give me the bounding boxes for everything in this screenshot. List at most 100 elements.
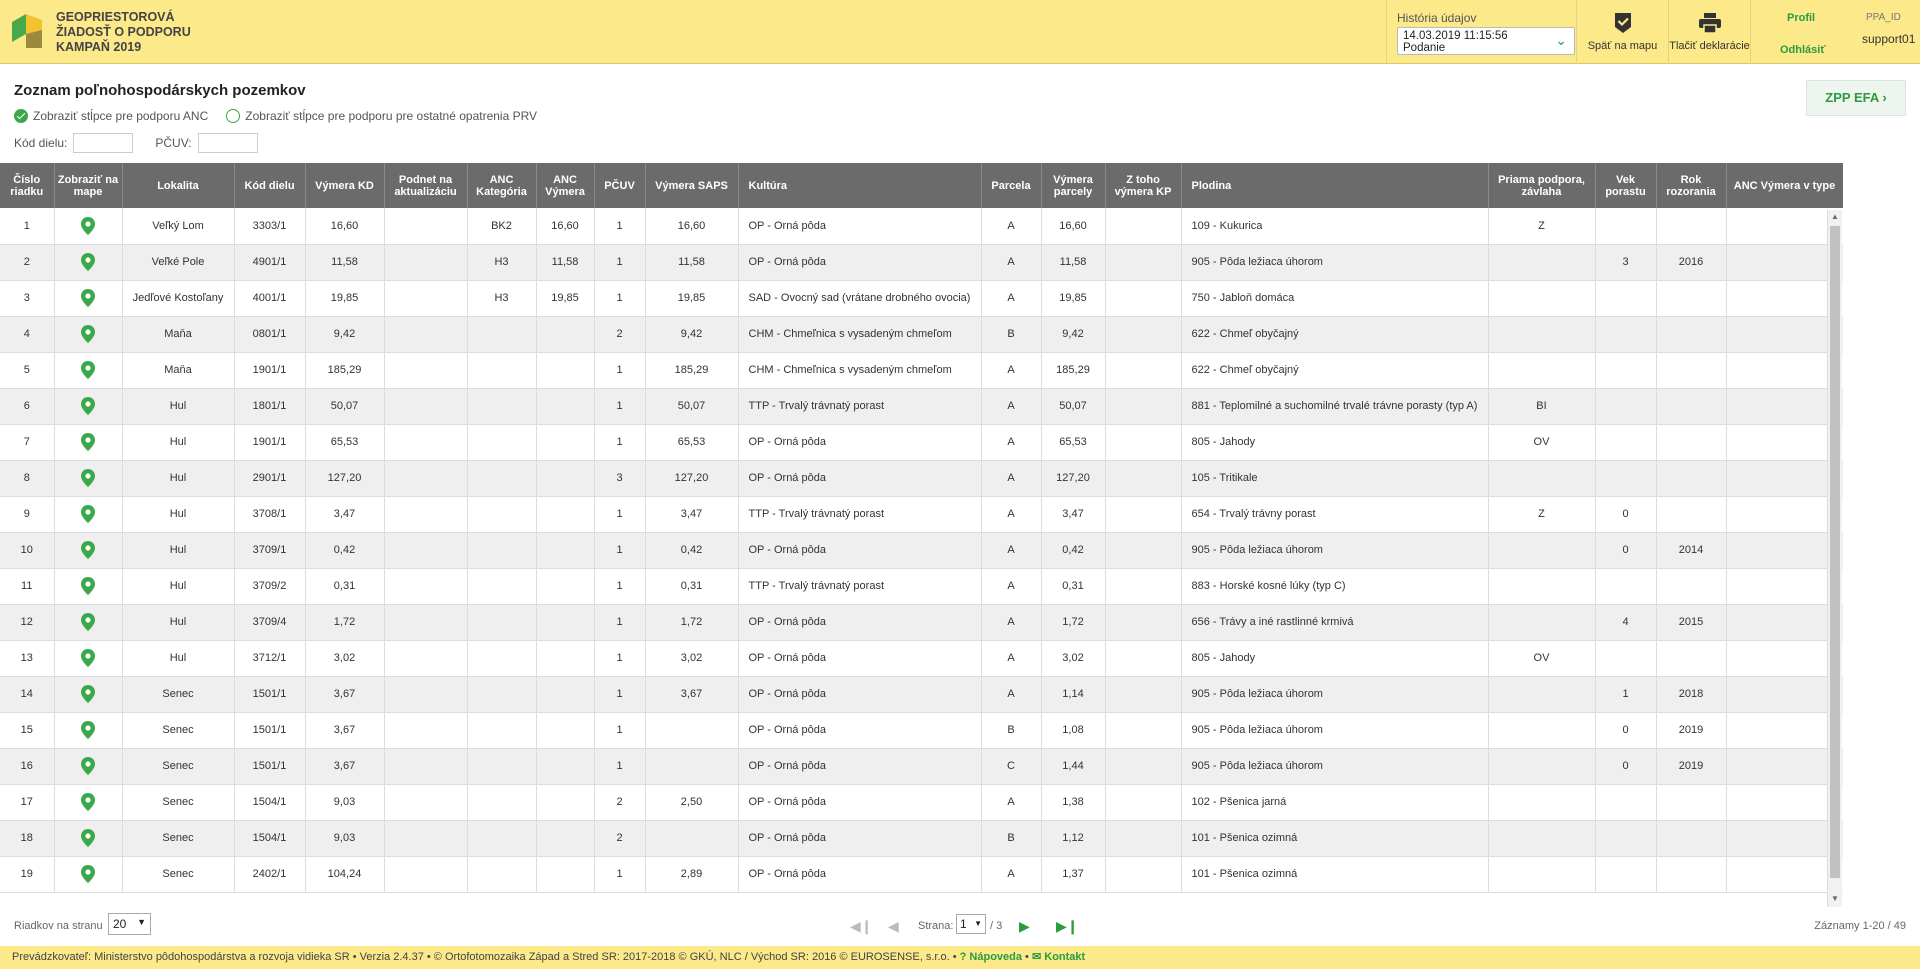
map-pin-icon[interactable] bbox=[81, 577, 95, 595]
filter-kod-dielu-input[interactable] bbox=[73, 133, 134, 153]
column-header[interactable]: Priama podpora, závlaha bbox=[1488, 163, 1596, 208]
filter-pcuv-input[interactable] bbox=[197, 133, 258, 153]
scroll-down-icon[interactable]: ▼ bbox=[1831, 894, 1839, 903]
map-pin-icon[interactable] bbox=[81, 216, 95, 235]
map-pin-icon[interactable] bbox=[81, 397, 95, 415]
table-cell bbox=[54, 604, 123, 641]
table-row[interactable]: 17 Senec 1504/1 9,03 2 2,50 OP - Orná pôda A 1,3… bbox=[0, 784, 1843, 821]
map-pin-icon[interactable] bbox=[81, 793, 95, 811]
table-cell: 3,02 bbox=[1041, 640, 1106, 677]
column-header[interactable]: PČUV bbox=[594, 163, 646, 208]
option-prv[interactable]: Zobraziť stĺpce pre podporu pre ostatné … bbox=[226, 109, 537, 123]
map-pin-icon[interactable] bbox=[81, 865, 95, 883]
back-to-map-button[interactable]: Späť na mapu bbox=[1576, 0, 1668, 64]
column-header[interactable]: Výmera parcely bbox=[1041, 163, 1106, 208]
map-pin-icon[interactable] bbox=[81, 361, 95, 379]
table-cell bbox=[467, 424, 537, 461]
table-cell bbox=[467, 532, 537, 569]
map-pin-icon[interactable] bbox=[81, 757, 95, 775]
table-row[interactable]: 4 Maňa 0801/1 9,42 2 9,42 CHM - Chmeľnica s vy… bbox=[0, 316, 1843, 353]
profile-link[interactable]: Profil bbox=[1787, 12, 1815, 24]
print-declaration-button[interactable]: Tlačiť deklarácie bbox=[1668, 0, 1750, 64]
table-cell: 19,85 bbox=[1041, 280, 1106, 317]
column-header[interactable]: ANC Výmera bbox=[536, 163, 595, 208]
table-cell bbox=[1656, 460, 1727, 497]
column-header[interactable]: Podnet na aktualizáciu bbox=[384, 163, 468, 208]
scrollbar-thumb[interactable] bbox=[1830, 226, 1840, 878]
table-cell bbox=[1105, 820, 1182, 857]
column-header[interactable]: Plodina bbox=[1181, 163, 1489, 208]
map-pin-icon[interactable] bbox=[81, 289, 95, 307]
history-value-type: Podanie bbox=[1403, 42, 1446, 54]
table-cell bbox=[384, 496, 468, 533]
table-cell bbox=[1656, 820, 1727, 857]
option-anc[interactable]: Zobraziť stĺpce pre podporu ANC bbox=[14, 109, 208, 123]
scroll-up-icon[interactable]: ▲ bbox=[1831, 212, 1839, 221]
table-cell: TTP - Trvalý trávnatý porast bbox=[738, 388, 982, 425]
last-page-icon[interactable]: ▶❙ bbox=[1056, 918, 1079, 935]
page-select[interactable]: 1 ▼ bbox=[956, 914, 986, 934]
map-pin-icon[interactable] bbox=[81, 685, 95, 703]
map-pin-icon[interactable] bbox=[81, 829, 95, 847]
column-header[interactable]: ANC Kategória bbox=[467, 163, 537, 208]
table-row[interactable]: 19 Senec 2402/1 104,24 1 2,89 OP - Orná pôda A 1… bbox=[0, 856, 1843, 893]
map-pin-icon[interactable] bbox=[81, 505, 95, 523]
zpp-efa-button[interactable]: ZPP EFA › bbox=[1806, 80, 1906, 116]
table-cell bbox=[54, 388, 123, 425]
table-row[interactable]: 9 Hul 3708/1 3,47 1 3,47 TTP - Trvalý trávnatý… bbox=[0, 496, 1843, 533]
map-pin-icon[interactable] bbox=[81, 253, 95, 271]
rows-per-page-select[interactable]: 20 ▼ bbox=[108, 913, 151, 935]
map-pin-icon[interactable] bbox=[81, 721, 95, 739]
table-row[interactable]: 12 Hul 3709/4 1,72 1 1,72 OP - Orná pôda A 1,72 6… bbox=[0, 604, 1843, 641]
table-row[interactable]: 8 Hul 2901/1 127,20 3 127,20 OP - Orná pôda A 12… bbox=[0, 460, 1843, 497]
prev-page-icon[interactable]: ◀ bbox=[888, 918, 899, 935]
table-row[interactable]: 7 Hul 1901/1 65,53 1 65,53 OP - Orná pôda A 65,5… bbox=[0, 424, 1843, 461]
table-row[interactable]: 18 Senec 1504/1 9,03 2 OP - Orná pôda B 1,12 101… bbox=[0, 820, 1843, 857]
table-cell: 101 - Pšenica ozimná bbox=[1181, 820, 1489, 857]
table-cell bbox=[467, 496, 537, 533]
table-row[interactable]: 3 Jedľové Kostoľany 4001/1 19,85 H3 19,85 1 19,… bbox=[0, 280, 1843, 317]
table-row[interactable]: 11 Hul 3709/2 0,31 1 0,31 TTP - Trvalý trávnat… bbox=[0, 568, 1843, 605]
table-row[interactable]: 14 Senec 1501/1 3,67 1 3,67 OP - Orná pôda A 1,1… bbox=[0, 676, 1843, 713]
map-pin-icon[interactable] bbox=[81, 541, 95, 559]
table-row[interactable]: 10 Hul 3709/1 0,42 1 0,42 OP - Orná pôda A 0,42 9… bbox=[0, 532, 1843, 569]
table-row[interactable]: 16 Senec 1501/1 3,67 1 OP - Orná pôda C 1,44 905… bbox=[0, 748, 1843, 785]
column-header[interactable]: Rok rozorania bbox=[1656, 163, 1727, 208]
column-header[interactable]: Z toho výmera KP bbox=[1105, 163, 1182, 208]
first-page-icon[interactable]: ◀❙ bbox=[850, 918, 873, 935]
table-cell bbox=[1105, 208, 1182, 245]
table-row[interactable]: 1 Veľký Lom 3303/1 16,60 BK2 16,60 1 16,60 OP - … bbox=[0, 208, 1843, 245]
radio-checked-icon bbox=[14, 109, 28, 123]
column-header[interactable]: Kultúra bbox=[738, 163, 982, 208]
column-header[interactable]: Výmera KD bbox=[305, 163, 385, 208]
table-scrollbar[interactable]: ▲ ▼ bbox=[1827, 210, 1842, 907]
table-row[interactable]: 5 Maňa 1901/1 185,29 1 185,29 CHM - Chmeľnica … bbox=[0, 352, 1843, 389]
map-pin-icon[interactable] bbox=[81, 325, 95, 343]
column-header[interactable]: Číslo riadku bbox=[0, 163, 55, 208]
table-row[interactable]: 2 Veľké Pole 4901/1 11,58 H3 11,58 1 11,58 OP - … bbox=[0, 244, 1843, 281]
logout-link[interactable]: Odhlásiť bbox=[1780, 44, 1826, 56]
contact-link[interactable]: ✉ Kontakt bbox=[1032, 951, 1085, 963]
map-pin-icon[interactable] bbox=[81, 469, 95, 487]
column-header[interactable]: ANC Výmera v type bbox=[1726, 163, 1843, 208]
table-cell: 65,53 bbox=[645, 424, 739, 461]
table-cell bbox=[1726, 424, 1843, 461]
next-page-icon[interactable]: ▶ bbox=[1019, 918, 1030, 935]
column-header[interactable]: Lokalita bbox=[122, 163, 235, 208]
column-header[interactable]: Vek porastu bbox=[1595, 163, 1657, 208]
help-link[interactable]: ? Nápoveda bbox=[960, 951, 1022, 963]
map-pin-icon[interactable] bbox=[81, 613, 95, 631]
column-header[interactable]: Parcela bbox=[981, 163, 1042, 208]
map-pin-icon[interactable] bbox=[81, 649, 95, 667]
table-cell: 2 bbox=[594, 784, 646, 821]
map-pin-icon[interactable] bbox=[81, 433, 95, 451]
table-cell: 1 bbox=[594, 640, 646, 677]
table-row[interactable]: 15 Senec 1501/1 3,67 1 OP - Orná pôda B 1,08 905… bbox=[0, 712, 1843, 749]
history-select[interactable]: 14.03.2019 11:15:56 Podanie ⌄ bbox=[1397, 27, 1575, 55]
table-row[interactable]: 6 Hul 1801/1 50,07 1 50,07 TTP - Trvalý trávna… bbox=[0, 388, 1843, 425]
help-label: Nápoveda bbox=[969, 951, 1022, 963]
column-header[interactable]: Zobraziť na mape bbox=[54, 163, 123, 208]
table-row[interactable]: 13 Hul 3712/1 3,02 1 3,02 OP - Orná pôda A 3,02 8… bbox=[0, 640, 1843, 677]
column-header[interactable]: Kód dielu bbox=[234, 163, 306, 208]
column-header[interactable]: Výmera SAPS bbox=[645, 163, 739, 208]
